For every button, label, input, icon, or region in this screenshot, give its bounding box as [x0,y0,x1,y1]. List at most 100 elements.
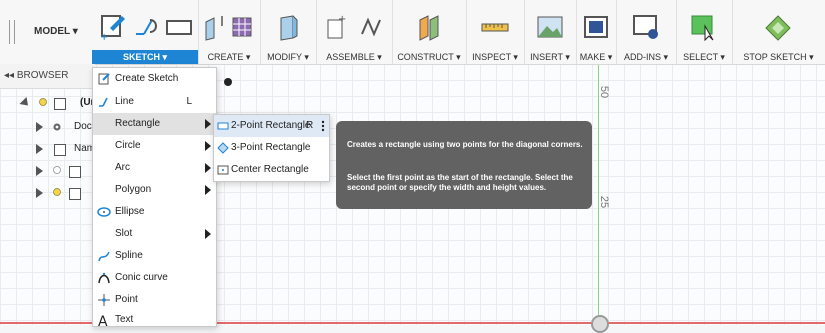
menu-item-label: Circle [115,140,141,151]
menu-item-label: Arc [115,162,130,173]
timeline-marker-icon[interactable] [222,76,234,88]
inspect-menu-button[interactable]: INSPECT ▾ [466,50,524,64]
stop-sketch-menu-button[interactable]: STOP SKETCH ▾ [732,50,825,64]
svg-text:+: + [100,32,108,42]
expand-icon[interactable] [36,166,43,176]
menu-item-rectangle[interactable]: Rectangle [93,113,216,135]
measure-icon[interactable] [480,12,510,42]
submenu-arrow-icon [205,163,211,173]
menu-item-create-sketch[interactable]: Create Sketch [93,68,216,90]
browser-row-named-views[interactable]: Nam [0,139,95,159]
submenu-item-3-point-rectangle[interactable]: 3-Point Rectangle [214,137,329,159]
menu-item-text[interactable]: A Text [93,309,216,331]
addins-menu-button[interactable]: ADD-INS ▾ [616,50,676,64]
browser-header[interactable]: ◂◂ BROWSER [0,64,95,89]
point-icon [98,294,110,306]
more-options-icon[interactable] [321,119,325,133]
stop-sketch-group: STOP SKETCH ▾ [732,0,825,64]
toolbar-grip-icon [9,20,15,44]
select-menu-button[interactable]: SELECT ▾ [676,50,732,64]
scripts-icon[interactable] [631,12,661,42]
sketch-menu-button[interactable]: SKETCH ▾ [92,50,198,64]
menu-item-polygon[interactable]: Polygon [93,179,216,201]
select-group: SELECT ▾ [676,0,733,64]
command-tooltip: Creates a rectangle using two points for… [336,121,592,209]
svg-text:+: + [338,14,346,25]
lightbulb-icon[interactable] [38,98,48,108]
menu-item-label: Conic curve [115,272,168,283]
submenu-item-2-point-rectangle[interactable]: 2-Point Rectangle R [214,115,329,137]
submenu-item-center-rectangle[interactable]: Center Rectangle [214,159,329,181]
tooltip-instructions: Select the first point as the start of t… [347,173,573,192]
pattern-icon[interactable] [228,12,258,42]
line-icon [99,97,108,107]
sketch-group: + SKETCH ▾ [92,0,199,64]
joint-icon[interactable] [356,12,386,42]
workspace-switcher[interactable]: MODEL ▾ [0,0,88,64]
menu-item-slot[interactable]: Slot [93,223,216,245]
line-icon[interactable] [132,12,162,42]
menu-item-shortcut: L [186,96,192,107]
create-sketch-icon[interactable]: + [98,12,128,42]
menu-item-line[interactable]: Line L [93,91,216,113]
menu-item-label: Spline [115,250,143,261]
menu-item-label: Slot [115,228,133,239]
inspect-group: INSPECT ▾ [466,0,525,64]
submenu-item-label: 2-Point Rectangle [231,120,311,131]
insert-image-icon[interactable] [535,12,565,42]
offset-plane-icon[interactable] [414,12,444,42]
browser-row-origin[interactable] [0,161,95,181]
make-menu-button[interactable]: MAKE ▾ [576,50,616,64]
lightbulb-off-icon[interactable] [52,166,62,176]
gear-icon [53,123,61,131]
create-menu-button[interactable]: CREATE ▾ [198,50,260,64]
toolbar: MODEL ▾ + SKETCH ▾ CREATE ▾ MODIFY ▾ + A… [0,0,825,65]
origin-marker[interactable] [591,315,609,333]
menu-item-conic-curve[interactable]: Conic curve [93,267,216,289]
expand-icon[interactable] [36,188,43,198]
workspace-label: MODEL ▾ [34,26,78,37]
submenu-arrow-icon [205,141,211,151]
construct-menu-button[interactable]: CONSTRUCT ▾ [392,50,466,64]
y-axis-line [598,64,599,325]
menu-item-arc[interactable]: Arc [93,157,216,179]
conic-curve-icon [98,272,110,284]
browser-row-document-settings[interactable]: Docu [0,117,97,137]
submenu-arrow-icon [205,229,211,239]
assemble-menu-button[interactable]: ASSEMBLE ▾ [316,50,392,64]
folder-icon [54,144,66,156]
collapse-icon[interactable] [19,96,32,110]
rectangle-icon[interactable] [164,12,194,42]
construct-group: CONSTRUCT ▾ [392,0,467,64]
expand-icon[interactable] [36,144,43,154]
browser-title: ◂◂ BROWSER [4,70,69,81]
spline-icon [98,251,110,262]
menu-item-circle[interactable]: Circle [93,135,216,157]
new-component-icon[interactable]: + [324,12,354,42]
browser-root-row[interactable]: (Un [0,93,97,113]
browser-row-sketches[interactable] [0,183,95,203]
rectangle-submenu: 2-Point Rectangle R 3-Point Rectangle Ce… [213,114,330,182]
press-pull-icon[interactable] [273,12,303,42]
menu-item-spline[interactable]: Spline [93,245,216,267]
3d-print-icon[interactable] [581,12,611,42]
create-sketch-icon [98,73,110,85]
submenu-item-shortcut: R [306,120,314,131]
menu-item-ellipse[interactable]: Ellipse [93,201,216,223]
select-icon[interactable] [689,12,719,42]
menu-item-label: Point [115,294,138,305]
menu-item-label: Text [115,314,134,325]
assemble-group: + ASSEMBLE ▾ [316,0,393,64]
lightbulb-icon[interactable] [52,188,62,198]
ellipse-icon [97,207,111,217]
stop-sketch-icon[interactable] [763,12,793,42]
addins-group: ADD-INS ▾ [616,0,677,64]
expand-icon[interactable] [36,122,43,132]
component-icon [54,98,66,110]
menu-item-point[interactable]: Point [93,289,216,311]
submenu-item-label: Center Rectangle [231,164,309,175]
coord-label-50: 50 [598,85,611,99]
sketch-dropdown-menu: Create Sketch Line L Rectangle Circle Ar… [92,67,217,327]
insert-menu-button[interactable]: INSERT ▾ [524,50,576,64]
modify-menu-button[interactable]: MODIFY ▾ [260,50,316,64]
